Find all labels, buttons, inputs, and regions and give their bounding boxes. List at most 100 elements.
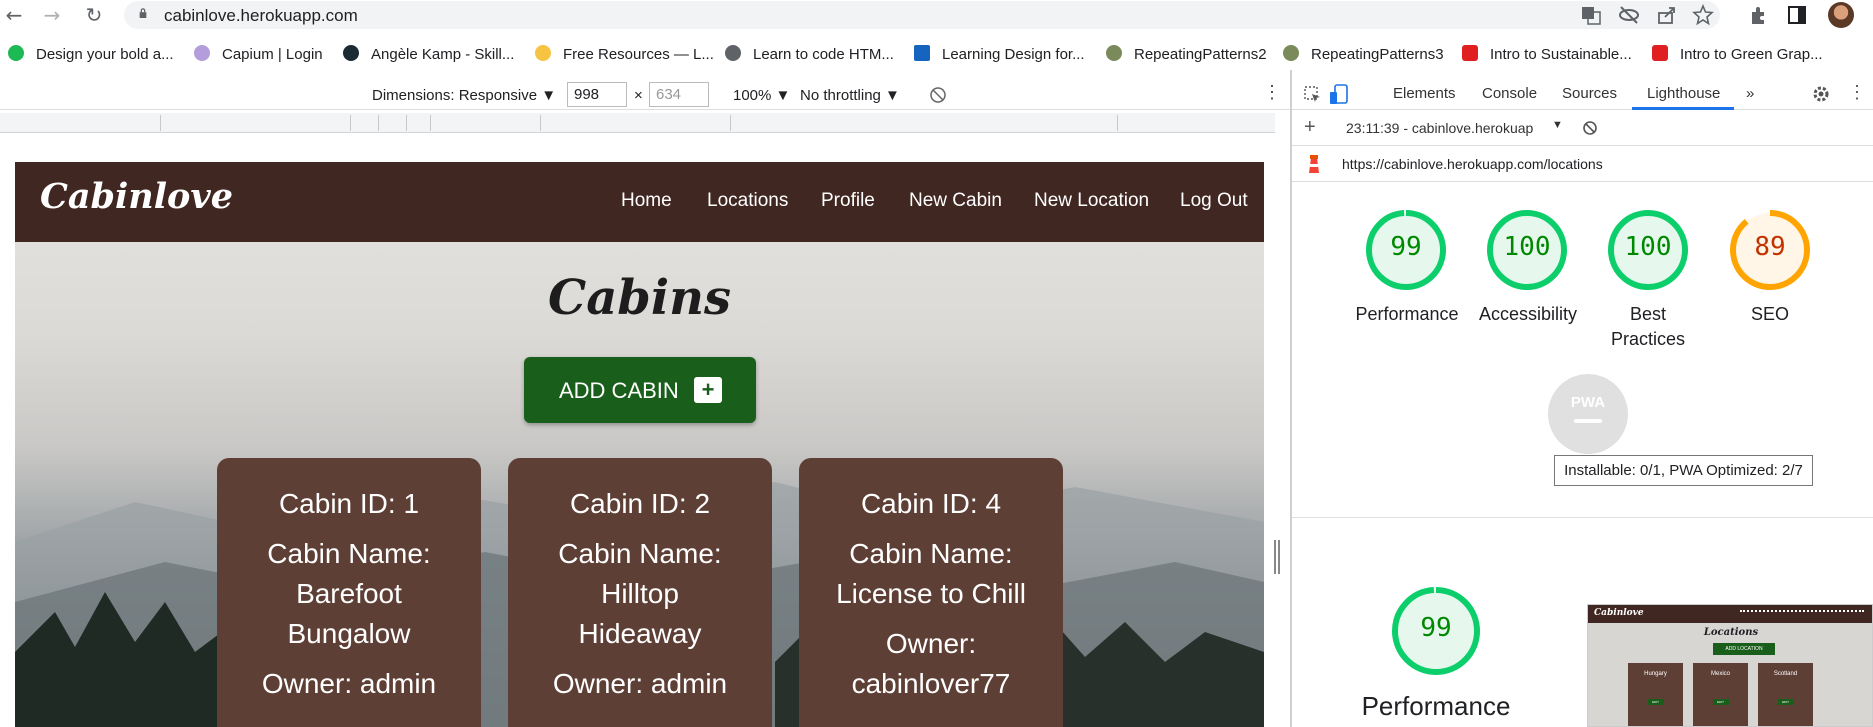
report-url-row: https://cabinlove.herokuapp.com/location…: [1292, 146, 1873, 182]
cabin-name-label: Cabin Name:: [558, 538, 722, 569]
page-screenshot-thumbnail[interactable]: Cabinlove Locations ADD LOCATION Hungary…: [1587, 604, 1873, 727]
extensions-icon[interactable]: [1748, 4, 1770, 26]
bookmark-favicon-icon: [914, 45, 930, 62]
share-icon[interactable]: [1656, 4, 1678, 26]
clear-reports-icon[interactable]: [1582, 120, 1598, 136]
bookmark-favicon-icon: [1652, 45, 1668, 62]
site-navbar: Cabinlove Home Locations Profile New Cab…: [15, 162, 1264, 242]
bookmark-favicon-icon: [1106, 45, 1122, 62]
site-logo[interactable]: Cabinlove: [40, 176, 233, 217]
add-cabin-label: ADD CABIN: [559, 378, 679, 403]
score-value: 100: [1503, 232, 1551, 262]
media-query-ruler: [0, 113, 1275, 133]
score-value: 89: [1754, 232, 1786, 262]
bookmark-item[interactable]: Learn to code HTM...: [725, 44, 894, 66]
performance-large-gauge[interactable]: 99: [1390, 585, 1482, 677]
seo-gauge[interactable]: 89: [1728, 208, 1812, 292]
bookmark-item[interactable]: Angèle Kamp - Skill...: [343, 44, 514, 66]
device-toolbar: Dimensions: Responsive ▼ 998 × 634 100% …: [0, 78, 1290, 110]
bookmark-item[interactable]: Intro to Green Grap...: [1652, 44, 1823, 66]
nav-link-new-location[interactable]: New Location: [1034, 190, 1149, 212]
bookmarks-bar: Design your bold a... Capium | Login Ang…: [0, 40, 1873, 70]
performance-heading: Performance: [1361, 691, 1511, 721]
bookmark-favicon-icon: [1283, 45, 1299, 62]
section-divider: [1292, 517, 1873, 518]
cabin-name: License to Chill: [836, 578, 1026, 609]
back-icon[interactable]: ←: [2, 3, 26, 27]
bookmark-item[interactable]: Free Resources — L...: [535, 44, 714, 66]
report-url: https://cabinlove.herokuapp.com/location…: [1342, 156, 1603, 172]
cabin-name: Bungalow: [287, 618, 411, 649]
cabin-card[interactable]: Cabin ID: 4 Cabin Name: License to Chill…: [799, 458, 1063, 727]
cabin-id: Cabin ID: 1: [278, 488, 420, 519]
bookmark-favicon-icon: [343, 45, 359, 62]
bookmark-item[interactable]: Learning Design for...: [914, 44, 1085, 66]
cabin-name: Hideaway: [578, 618, 702, 649]
tab-elements[interactable]: Elements: [1393, 85, 1456, 102]
eye-off-icon[interactable]: [1618, 4, 1640, 26]
width-input[interactable]: 998: [567, 82, 627, 107]
cabin-id: Cabin ID: 2: [569, 488, 711, 519]
add-cabin-button[interactable]: ADD CABIN +: [524, 357, 756, 423]
star-icon[interactable]: [1692, 4, 1714, 26]
forward-icon[interactable]: →: [40, 3, 64, 27]
accessibility-gauge[interactable]: 100: [1485, 208, 1569, 292]
bookmark-favicon-icon: [194, 45, 210, 62]
bookmark-favicon-icon: [725, 45, 741, 62]
nav-link-new-cabin[interactable]: New Cabin: [909, 190, 1002, 212]
cabin-card[interactable]: Cabin ID: 1 Cabin Name: Barefoot Bungalo…: [217, 458, 481, 727]
translate-icon[interactable]: [1580, 4, 1602, 26]
nav-link-log-out[interactable]: Log Out: [1180, 190, 1248, 212]
url-bar[interactable]: cabinlove.herokuapp.com: [124, 1, 1720, 29]
tab-console[interactable]: Console: [1482, 85, 1537, 102]
zoom-select[interactable]: 100% ▼: [733, 87, 790, 104]
performance-gauge[interactable]: 99: [1364, 208, 1448, 292]
more-tabs-icon[interactable]: »: [1746, 85, 1754, 102]
report-dropdown-icon[interactable]: ▼: [1552, 119, 1563, 131]
dimensions-select[interactable]: Dimensions: Responsive ▼: [372, 87, 556, 104]
score-value: 99: [1420, 613, 1452, 643]
plus-icon: +: [694, 377, 722, 403]
report-selector[interactable]: 23:11:39 - cabinlove.herokuap: [1346, 120, 1533, 136]
cabin-id: Cabin ID: 4: [860, 488, 1002, 519]
reload-icon[interactable]: ↻: [82, 3, 106, 27]
times-symbol: ×: [634, 87, 643, 104]
pwa-badge-icon[interactable]: PWA: [1548, 374, 1628, 454]
devtools-menu-icon[interactable]: ⋮: [1848, 82, 1866, 103]
throttling-select[interactable]: No throttling ▼: [800, 87, 900, 104]
bookmark-item[interactable]: Design your bold a...: [8, 44, 174, 66]
avatar[interactable]: [1828, 2, 1854, 28]
bookmark-item[interactable]: RepeatingPatterns3: [1283, 44, 1444, 66]
bookmark-item[interactable]: Intro to Sustainable...: [1462, 44, 1632, 66]
new-report-icon[interactable]: +: [1304, 116, 1316, 139]
bookmark-favicon-icon: [8, 45, 24, 62]
page-title: Cabins: [547, 270, 732, 326]
tab-lighthouse[interactable]: Lighthouse: [1647, 85, 1720, 102]
bookmark-item[interactable]: RepeatingPatterns2: [1106, 44, 1267, 66]
lighthouse-toolbar: + 23:11:39 - cabinlove.herokuap ▼: [1292, 110, 1873, 146]
best-practices-gauge[interactable]: 100: [1606, 208, 1690, 292]
cabin-name-label: Cabin Name:: [267, 538, 431, 569]
devtools-panel: Elements Console Sources Lighthouse » ⋮ …: [1292, 70, 1873, 727]
resize-handle[interactable]: [1274, 540, 1280, 574]
cabin-card[interactable]: Cabin ID: 2 Cabin Name: Hilltop Hideaway…: [508, 458, 772, 727]
website-page: Cabinlove Home Locations Profile New Cab…: [15, 162, 1264, 727]
height-input[interactable]: 634: [649, 82, 709, 107]
settings-gear-icon[interactable]: [1812, 85, 1830, 103]
nav-link-home[interactable]: Home: [621, 190, 672, 212]
side-panel-icon[interactable]: [1786, 4, 1808, 26]
bookmark-favicon-icon: [1462, 45, 1478, 62]
more-options-icon[interactable]: ⋮: [1263, 82, 1281, 103]
device-toggle-icon[interactable]: [1329, 84, 1349, 106]
cabin-owner: Owner: admin: [552, 668, 728, 699]
cabin-owner: cabinlover77: [851, 668, 1011, 699]
nav-link-locations[interactable]: Locations: [707, 190, 788, 212]
bookmark-item[interactable]: Capium | Login: [194, 44, 323, 66]
nav-link-profile[interactable]: Profile: [821, 190, 875, 212]
cabin-owner: Owner: admin: [261, 668, 437, 699]
rotate-icon[interactable]: [929, 86, 947, 104]
device-viewport: Cabinlove Home Locations Profile New Cab…: [0, 133, 1290, 727]
tab-sources[interactable]: Sources: [1562, 85, 1617, 102]
inspect-icon[interactable]: [1304, 86, 1322, 104]
cabin-name: Hilltop: [601, 578, 679, 609]
